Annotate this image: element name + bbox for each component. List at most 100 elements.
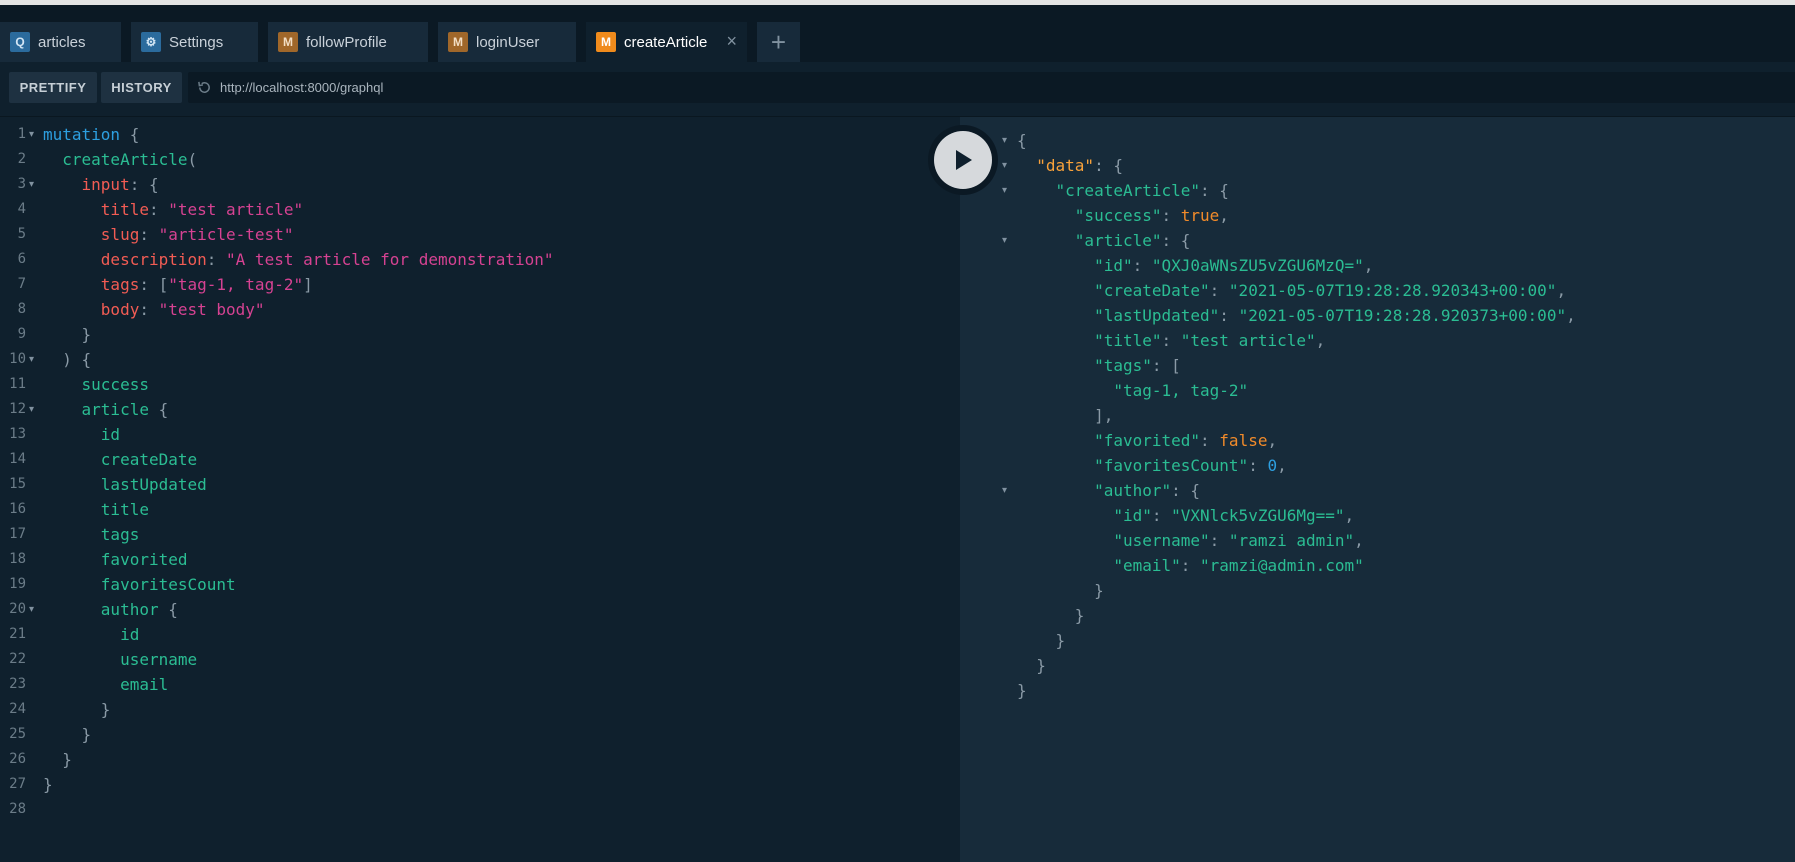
code-token: ] <box>303 275 313 294</box>
result-viewer: ▾ { ▾ "data": { ▾ "createArticle": { "succe… <box>960 117 1795 862</box>
code-token: "username" <box>1113 531 1210 550</box>
fold-toggle-icon[interactable]: ▾ <box>29 347 34 372</box>
result-line: "lastUpdated": "2021-05-07T19:28:28.9203… <box>1017 303 1576 328</box>
prettify-button[interactable]: PRETTIFY <box>9 72 97 103</box>
code-token: "email" <box>1113 556 1181 575</box>
query-line: } <box>43 697 111 722</box>
code-token: : <box>1161 331 1181 350</box>
fold-toggle-icon[interactable]: ▾ <box>29 172 34 197</box>
code-token: : <box>1161 206 1181 225</box>
result-line: "id": "QXJ0aWNsZU5vZGU6MzQ=", <box>1017 253 1373 278</box>
query-line: description: "A test article for demonst… <box>43 247 554 272</box>
code-token: } <box>100 700 111 719</box>
code-token: , <box>1315 331 1326 350</box>
code-token: article <box>81 400 149 419</box>
code-token: , <box>1556 281 1567 300</box>
result-line: "username": "ramzi admin", <box>1017 528 1363 553</box>
mutation-badge-icon: M <box>596 32 616 52</box>
code-token: : <box>1209 281 1229 300</box>
line-number: 17 <box>9 526 26 542</box>
endpoint-bar <box>188 72 1795 103</box>
result-line: "createDate": "2021-05-07T19:28:28.92034… <box>1017 278 1566 303</box>
endpoint-url-input[interactable] <box>220 80 1720 95</box>
result-line: "favorited": false, <box>1017 428 1277 453</box>
query-line: } <box>43 322 92 347</box>
code-token: "data" <box>1036 156 1095 175</box>
code-token: , <box>1219 206 1229 225</box>
line-number: 9 <box>17 326 26 342</box>
line-number: 28 <box>9 801 26 817</box>
fold-toggle-icon[interactable]: ▾ <box>29 597 34 622</box>
code-token: , <box>1344 506 1355 525</box>
query-line: slug: "article-test" <box>43 222 294 247</box>
code-token: favoritesCount <box>100 575 236 594</box>
code-token: ], <box>1094 406 1114 425</box>
code-token: } <box>81 325 92 344</box>
query-line: body: "test body" <box>43 297 265 322</box>
execute-query-button[interactable] <box>928 125 998 195</box>
tab-label: loginUser <box>476 33 540 51</box>
code-token: } <box>1036 656 1046 675</box>
code-token: : { <box>1094 156 1123 175</box>
close-icon[interactable]: × <box>726 31 737 51</box>
code-token: "test article" <box>1180 331 1316 350</box>
code-token: : [ <box>1151 356 1181 375</box>
query-line: createDate <box>43 447 197 472</box>
add-tab-button[interactable]: + <box>757 22 800 62</box>
result-line: } <box>1017 603 1085 628</box>
code-token: "2021-05-07T19:28:28.920373+00:00" <box>1238 306 1567 325</box>
code-token: } <box>62 750 72 769</box>
fold-toggle-icon[interactable]: ▾ <box>29 397 34 422</box>
result-line: "success": true, <box>1017 203 1229 228</box>
tab-articles[interactable]: Q articles <box>0 22 121 62</box>
tab-settings[interactable]: ⚙ Settings <box>131 22 258 62</box>
code-token: success <box>81 375 149 394</box>
code-token: : { <box>129 175 159 194</box>
fold-toggle-icon[interactable]: ▾ <box>1002 178 1007 203</box>
result-line: "createArticle": { <box>1017 178 1229 203</box>
code-token: "tag-1, tag-2" <box>168 275 304 294</box>
query-line: tags <box>43 522 140 547</box>
query-editor[interactable]: 1 ▾ mutation {2 createArticle(3 ▾ input: {4… <box>0 117 960 862</box>
fold-toggle-icon[interactable]: ▾ <box>1002 228 1007 253</box>
fold-toggle-icon[interactable]: ▾ <box>1002 478 1007 503</box>
code-token: title <box>100 200 149 219</box>
mutation-badge-icon: M <box>278 32 298 52</box>
code-token: "A test article for demonstration" <box>226 250 554 269</box>
query-line: mutation { <box>43 122 139 147</box>
history-button[interactable]: HISTORY <box>101 72 182 103</box>
code-token: "success" <box>1074 206 1162 225</box>
query-line: username <box>43 647 197 672</box>
tab-followprofile[interactable]: M followProfile <box>268 22 428 62</box>
code-token: { <box>1017 131 1027 150</box>
query-line: article { <box>43 397 169 422</box>
tab-loginuser[interactable]: M loginUser <box>438 22 576 62</box>
history-reload-icon[interactable] <box>196 80 212 96</box>
result-line: } <box>1017 578 1104 603</box>
fold-toggle-icon[interactable]: ▾ <box>1002 128 1007 153</box>
code-token: : <box>1180 556 1201 575</box>
result-line: ], <box>1017 403 1113 428</box>
query-line: } <box>43 772 53 797</box>
query-line: favorited <box>43 547 188 572</box>
fold-toggle-icon[interactable]: ▾ <box>1002 153 1007 178</box>
result-line: "author": { <box>1017 478 1200 503</box>
code-token: : <box>1151 506 1172 525</box>
tab-createarticle[interactable]: M createArticle × <box>586 22 747 62</box>
line-number: 2 <box>17 151 26 167</box>
fold-toggle-icon[interactable]: ▾ <box>29 122 34 147</box>
result-line: "email": "ramzi@admin.com" <box>1017 553 1363 578</box>
